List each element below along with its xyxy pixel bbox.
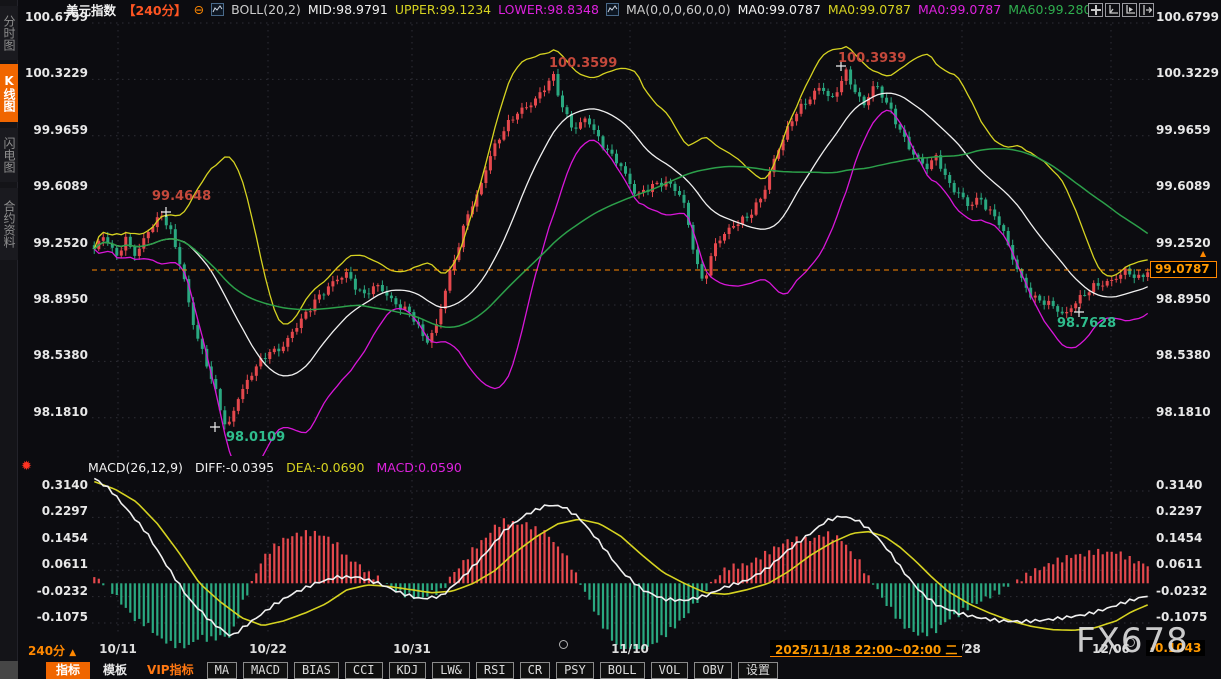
boll-lower-value: LOWER:98.8348	[498, 2, 599, 17]
sidebar-item-0[interactable]: 分时图	[0, 6, 18, 60]
macd-axis-label-right: 0.2297	[1156, 505, 1202, 518]
toolbar-tab-OBV[interactable]: OBV	[694, 662, 732, 679]
sidebar-corner-box	[0, 661, 18, 679]
toolbar-tab-CCI[interactable]: CCI	[345, 662, 383, 679]
date-tick-label: 11/10	[611, 642, 649, 656]
main-axis-label-right: 99.9659	[1156, 124, 1211, 137]
toolbar-tab-指标[interactable]: 指标	[46, 662, 90, 679]
main-axis-label-right: 100.3229	[1156, 67, 1219, 80]
chart-tool-buttons	[1088, 3, 1154, 17]
sidebar-item-3[interactable]: 合约资料	[0, 188, 18, 260]
time-marker-ring-icon	[559, 640, 568, 649]
boll-upper-value: UPPER:99.1234	[395, 2, 491, 17]
indicator-toolbar: 指标模板 VIP指标 MA MACD BIAS CCI KDJ LW&RSI CR PSY BOLL…	[46, 661, 778, 679]
chart-header: 美元指数 【240分】 ⊖ BOLL(20,2) MID:98.9791 UPP…	[66, 1, 1099, 17]
macd-axis-label-right: -0.0232	[1156, 585, 1207, 598]
main-axis-label-left: 99.2520	[18, 237, 88, 250]
date-tick-label: 10/11	[99, 642, 137, 656]
price-annotation: 99.4648	[152, 189, 211, 204]
price-annotation: 100.3599	[549, 56, 617, 71]
toolbar-tab-MA[interactable]: MA	[207, 662, 237, 679]
toolbar-tab-RSI[interactable]: RSI	[476, 662, 514, 679]
macd-axis-label-left: -0.0232	[18, 585, 88, 598]
auto-play-icon[interactable]	[1122, 3, 1137, 17]
toolbar-tab-VIP指标[interactable]: VIP指标	[140, 662, 201, 679]
toolbar-tab-KDJ[interactable]: KDJ	[389, 662, 427, 679]
main-axis-label-right: 98.8950	[1156, 293, 1211, 306]
ma0-white-value: MA0:99.0787	[738, 2, 821, 17]
main-axis-label-left: 100.3229	[18, 67, 88, 80]
macd-axis-value-box: -0.1043	[1146, 640, 1205, 656]
toolbar-tab-PSY[interactable]: PSY	[556, 662, 594, 679]
macd-axis-label-left: 0.0611	[18, 558, 88, 571]
toolbar-tab-CR[interactable]: CR	[520, 662, 550, 679]
current-price-box: 99.0787	[1150, 261, 1217, 278]
macd-axis-label-left: 0.1454	[18, 532, 88, 545]
timeframe-arrow-icon: ▲	[69, 648, 76, 658]
toolbar-tab-设置[interactable]: 设置	[738, 662, 778, 679]
macd-params: MACD(26,12,9)	[88, 460, 183, 475]
main-axis-label-right: 99.6089	[1156, 180, 1211, 193]
macd-axis-label-right: 0.3140	[1156, 479, 1202, 492]
ma60-value: MA60:99.2804	[1008, 2, 1099, 17]
boll-mid-value: MID:98.9791	[308, 2, 388, 17]
date-tick-label: 12/06	[1092, 642, 1130, 656]
ma0-yellow-value: MA0:99.0787	[828, 2, 911, 17]
main-axis-label-left: 98.8950	[18, 293, 88, 306]
ma-mini-chart-icon[interactable]	[606, 3, 619, 16]
price-marker-arrow-icon: ▲	[1200, 249, 1206, 258]
indicator-settings-sun-icon[interactable]: ✹	[21, 459, 32, 474]
main-axis-label-right: 98.5380	[1156, 349, 1211, 362]
pan-right-icon[interactable]	[1139, 3, 1154, 17]
ma0-magenta-value: MA0:99.0787	[918, 2, 1001, 17]
toolbar-tab-模板[interactable]: 模板	[96, 662, 134, 679]
price-annotation: 98.7628	[1057, 316, 1116, 331]
chart-canvas[interactable]	[0, 0, 1221, 679]
main-axis-label-left: 99.6089	[18, 180, 88, 193]
boll-params: BOLL(20,2)	[231, 2, 301, 17]
main-axis-label-right: 99.2520	[1156, 237, 1211, 250]
crosshair-datetime-label: 2025/11/18 22:00~02:00 二	[770, 640, 962, 657]
macd-dea-value: DEA:-0.0690	[286, 460, 364, 475]
macd-axis-label-right: -0.1075	[1156, 611, 1207, 624]
timeframe-label: 240分	[28, 644, 65, 658]
timeframe-selector[interactable]: 240分 ▲	[28, 642, 76, 659]
toolbar-tab-BIAS[interactable]: BIAS	[294, 662, 339, 679]
toolbar-tab-LW&[interactable]: LW&	[432, 662, 470, 679]
date-tick-label: 10/22	[249, 642, 287, 656]
symbol-name: 美元指数	[66, 0, 116, 19]
macd-diff-value: DIFF:-0.0395	[195, 460, 274, 475]
main-axis-label-right: 98.1810	[1156, 406, 1211, 419]
axis-scale-icon[interactable]	[1105, 3, 1120, 17]
sidebar-item-2[interactable]: 闪电图	[0, 128, 18, 182]
main-axis-label-right: 100.6799	[1156, 11, 1219, 24]
macd-header: MACD(26,12,9) DIFF:-0.0395 DEA:-0.0690 M…	[88, 460, 462, 475]
boll-mini-chart-icon[interactable]	[211, 3, 224, 16]
time-marker-ring-icon	[1126, 638, 1135, 647]
macd-axis-label-right: 0.0611	[1156, 558, 1202, 571]
macd-axis-label-left: 0.3140	[18, 479, 88, 492]
toolbar-tab-MACD[interactable]: MACD	[243, 662, 288, 679]
toolbar-tab-VOL[interactable]: VOL	[651, 662, 689, 679]
macd-axis-label-left: -0.1075	[18, 611, 88, 624]
pane-layout-icon[interactable]	[1088, 3, 1103, 17]
macd-axis-label-right: 0.1454	[1156, 532, 1202, 545]
trading-app-window: 分时图 K线图闪电图合约资料 美元指数 【240分】 ⊖ BOLL(20,2) M…	[0, 0, 1221, 679]
main-axis-label-left: 99.9659	[18, 124, 88, 137]
main-axis-label-left: 98.1810	[18, 406, 88, 419]
date-tick-label: 10/31	[393, 642, 431, 656]
price-annotation: 98.0109	[226, 430, 285, 445]
ma-params: MA(0,0,0,60,0,0)	[626, 2, 731, 17]
period-label: 【240分】	[123, 0, 187, 19]
sidebar-item-1[interactable]: K线图	[0, 64, 18, 122]
macd-macd-value: MACD:0.0590	[376, 460, 461, 475]
toolbar-tab-BOLL[interactable]: BOLL	[600, 662, 645, 679]
price-annotation: 100.3939	[838, 51, 906, 66]
main-axis-label-left: 98.5380	[18, 349, 88, 362]
zoom-out-icon[interactable]: ⊖	[194, 2, 204, 17]
macd-axis-label-left: 0.2297	[18, 505, 88, 518]
